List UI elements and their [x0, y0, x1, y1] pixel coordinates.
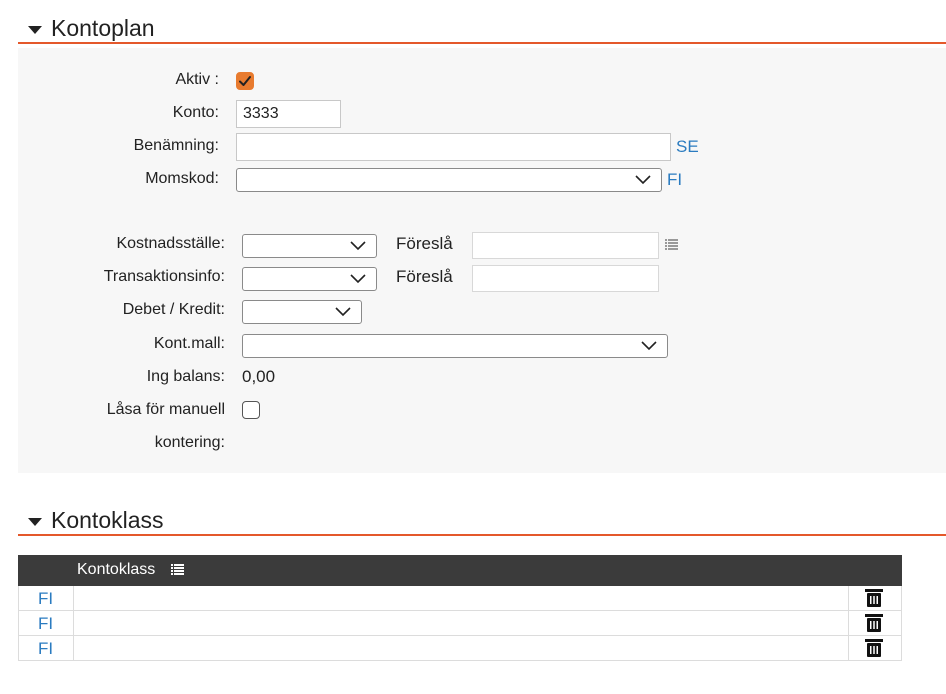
row-value-cell[interactable] — [74, 586, 849, 610]
section-title-kontoklass: Kontoklass — [51, 507, 164, 533]
kontoklass-header[interactable]: Kontoklass — [18, 506, 946, 536]
konto-input[interactable] — [236, 100, 341, 128]
foresla-label-1: Föreslå — [396, 234, 453, 253]
row-language-cell: FI — [19, 636, 74, 660]
table-header: Kontoklass — [18, 555, 902, 586]
row-language-cell: FI — [19, 586, 74, 610]
chevron-down-icon — [335, 307, 351, 317]
transaktionsinfo-label: Transaktionsinfo: — [103, 268, 225, 285]
kontoklass-table: Kontoklass FI FI FI — [18, 555, 902, 661]
lasa-label-line1: Låsa för manuell — [106, 401, 225, 418]
aktiv-label: Aktiv : — [175, 71, 219, 88]
checkmark-icon — [239, 76, 251, 86]
collapse-triangle-icon[interactable] — [28, 518, 42, 526]
benamning-language-link[interactable]: SE — [676, 137, 699, 157]
kontmall-select[interactable] — [242, 334, 668, 358]
transaktionsinfo-select[interactable] — [242, 267, 377, 291]
foresla-input-2[interactable] — [472, 265, 659, 292]
table-row: FI — [18, 636, 902, 661]
ing-balans-value: 0,00 — [242, 367, 276, 386]
chevron-down-icon — [635, 175, 651, 185]
kontmall-label: Kont.mall: — [153, 335, 225, 352]
chevron-down-icon — [641, 341, 657, 351]
momskod-language-link[interactable]: FI — [667, 170, 682, 190]
ing-balans-label: Ing balans: — [146, 368, 225, 385]
row-value-cell[interactable] — [74, 636, 849, 660]
momskod-label: Momskod: — [145, 170, 219, 187]
table-row: FI — [18, 611, 902, 636]
table-row: FI — [18, 586, 902, 611]
debet-kredit-select[interactable] — [242, 300, 362, 324]
collapse-triangle-icon[interactable] — [28, 26, 42, 34]
row-language-link[interactable]: FI — [38, 614, 53, 634]
konto-label: Konto: — [172, 104, 219, 121]
momskod-select[interactable] — [236, 168, 662, 192]
lasa-label-line2: kontering: — [154, 434, 225, 451]
column-header-kontoklass[interactable]: Kontoklass — [77, 561, 155, 579]
lasa-checkbox[interactable] — [242, 401, 260, 419]
trash-icon[interactable] — [864, 638, 884, 658]
trash-icon[interactable] — [864, 613, 884, 633]
list-icon[interactable] — [171, 564, 184, 575]
benamning-input[interactable] — [236, 133, 671, 161]
foresla-input-1[interactable] — [472, 232, 659, 259]
debet-kredit-label: Debet / Kredit: — [122, 301, 225, 318]
chevron-down-icon — [350, 241, 366, 251]
foresla-label-2: Föreslå — [396, 267, 453, 286]
section-title-kontoplan: Kontoplan — [51, 15, 155, 41]
chevron-down-icon — [350, 274, 366, 284]
aktiv-checkbox[interactable] — [236, 72, 254, 90]
kontoplan-header[interactable]: Kontoplan — [18, 14, 946, 44]
row-language-cell: FI — [19, 611, 74, 635]
row-language-link[interactable]: FI — [38, 639, 53, 659]
benamning-label: Benämning: — [133, 137, 219, 154]
row-language-link[interactable]: FI — [38, 589, 53, 609]
kostnadsstalle-select[interactable] — [242, 234, 377, 258]
list-icon[interactable] — [665, 239, 678, 250]
row-value-cell[interactable] — [74, 611, 849, 635]
kostnadsstalle-label: Kostnadsställe: — [116, 235, 225, 252]
trash-icon[interactable] — [864, 588, 884, 608]
